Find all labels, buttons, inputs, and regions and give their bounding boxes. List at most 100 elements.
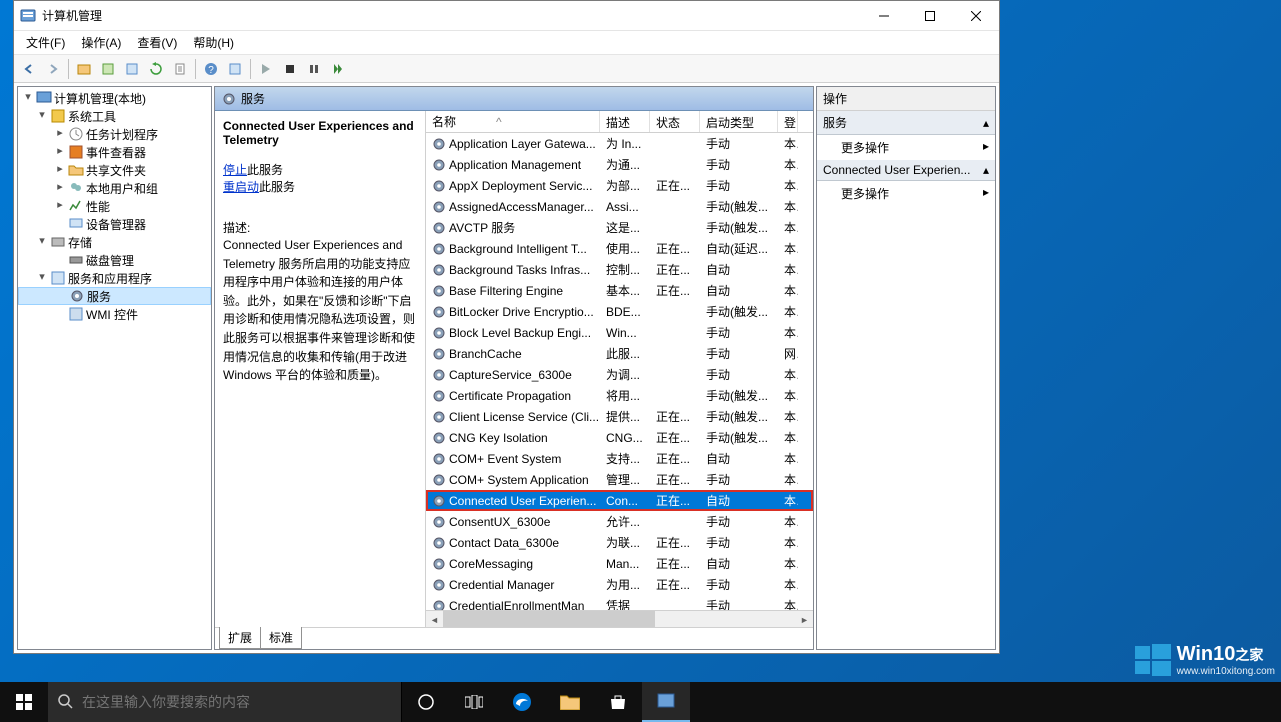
service-row[interactable]: AppX Deployment Servic...为部...正在...手动本 xyxy=(426,175,813,196)
back-button[interactable] xyxy=(18,58,40,80)
collapse-icon[interactable]: ▾ xyxy=(22,92,34,104)
tree-root[interactable]: ▾计算机管理(本地) xyxy=(18,89,211,107)
tree-services[interactable]: 服务 xyxy=(18,287,211,305)
tree-event[interactable]: ▸事件查看器 xyxy=(18,143,211,161)
service-row[interactable]: Background Tasks Infras...控制...正在...自动本 xyxy=(426,259,813,280)
service-row[interactable]: CaptureService_6300e为调...手动本 xyxy=(426,364,813,385)
tree-systools[interactable]: ▾系统工具 xyxy=(18,107,211,125)
service-row[interactable]: Contact Data_6300e为联...正在...手动本 xyxy=(426,532,813,553)
explorer-button[interactable] xyxy=(546,682,594,722)
actions-more-1[interactable]: 更多操作▸ xyxy=(817,135,995,160)
tool-icon[interactable] xyxy=(97,58,119,80)
tree-task[interactable]: ▸任务计划程序 xyxy=(18,125,211,143)
store-icon xyxy=(609,693,627,711)
forward-button[interactable] xyxy=(42,58,64,80)
expand-icon[interactable]: ▸ xyxy=(54,164,66,176)
hscrollbar[interactable]: ◄ ► xyxy=(426,610,813,627)
service-row[interactable]: CNG Key IsolationCNG...正在...手动(触发...本 xyxy=(426,427,813,448)
start-button[interactable] xyxy=(0,682,48,722)
service-row[interactable]: AssignedAccessManager...Assi...手动(触发...本 xyxy=(426,196,813,217)
service-row[interactable]: Certificate Propagation将用...手动(触发...本 xyxy=(426,385,813,406)
store-button[interactable] xyxy=(594,682,642,722)
mmc-task-button[interactable] xyxy=(642,682,690,722)
service-row[interactable]: Application Layer Gatewa...为 In...手动本 xyxy=(426,133,813,154)
expand-icon[interactable]: ▸ xyxy=(54,128,66,140)
collapse-icon[interactable]: ▴ xyxy=(983,163,989,177)
stop-icon[interactable] xyxy=(279,58,301,80)
help-button[interactable]: ? xyxy=(200,58,222,80)
tree-pane[interactable]: ▾计算机管理(本地) ▾系统工具 ▸任务计划程序 ▸事件查看器 ▸共享文件夹 ▸… xyxy=(17,86,212,650)
col-name[interactable]: 名称^ xyxy=(426,111,600,132)
close-button[interactable] xyxy=(953,1,999,31)
tree-svcapps[interactable]: ▾服务和应用程序 xyxy=(18,269,211,287)
list-rows[interactable]: Application Layer Gatewa...为 In...手动本App… xyxy=(426,133,813,610)
service-row[interactable]: Background Intelligent T...使用...正在...自动(… xyxy=(426,238,813,259)
restart-icon[interactable] xyxy=(327,58,349,80)
scroll-left-icon[interactable]: ◄ xyxy=(426,611,443,627)
tool-icon[interactable] xyxy=(73,58,95,80)
collapse-icon[interactable]: ▾ xyxy=(36,236,48,248)
tab-standard[interactable]: 标准 xyxy=(260,627,302,649)
col-start[interactable]: 启动类型 xyxy=(700,111,778,132)
service-row[interactable]: CredentialEnrollmentMan凭据手动本 xyxy=(426,595,813,610)
tree-device[interactable]: 设备管理器 xyxy=(18,215,211,233)
service-row[interactable]: Base Filtering Engine基本...正在...自动本 xyxy=(426,280,813,301)
service-row[interactable]: AVCTP 服务这是...手动(触发...本 xyxy=(426,217,813,238)
service-row[interactable]: Client License Service (Cli...提供...正在...… xyxy=(426,406,813,427)
export-button[interactable] xyxy=(169,58,191,80)
service-row[interactable]: ConsentUX_6300e允许...手动本 xyxy=(426,511,813,532)
service-row[interactable]: COM+ Event System支持...正在...自动本 xyxy=(426,448,813,469)
tree-disk[interactable]: 磁盘管理 xyxy=(18,251,211,269)
service-row[interactable]: CoreMessagingMan...正在...自动本 xyxy=(426,553,813,574)
col-logon[interactable]: 登 xyxy=(778,111,798,132)
gear-icon xyxy=(432,200,446,214)
tree-users[interactable]: ▸本地用户和组 xyxy=(18,179,211,197)
menu-action[interactable]: 操作(A) xyxy=(73,31,129,54)
service-row[interactable]: Application Management为通...手动本 xyxy=(426,154,813,175)
gear-icon xyxy=(432,557,446,571)
minimize-button[interactable] xyxy=(861,1,907,31)
expand-icon[interactable]: ▸ xyxy=(54,182,66,194)
collapse-icon[interactable]: ▾ xyxy=(36,272,48,284)
scroll-right-icon[interactable]: ► xyxy=(796,611,813,627)
collapse-icon[interactable]: ▾ xyxy=(36,110,48,122)
col-desc[interactable]: 描述 xyxy=(600,111,650,132)
edge-button[interactable] xyxy=(498,682,546,722)
tree-perf[interactable]: ▸性能 xyxy=(18,197,211,215)
menu-view[interactable]: 查看(V) xyxy=(129,31,185,54)
gear-icon xyxy=(432,263,446,277)
refresh-button[interactable] xyxy=(145,58,167,80)
service-row[interactable]: Credential Manager为用...正在...手动本 xyxy=(426,574,813,595)
tool-icon[interactable] xyxy=(224,58,246,80)
expand-icon[interactable]: ▸ xyxy=(54,146,66,158)
tree-storage[interactable]: ▾存储 xyxy=(18,233,211,251)
taskview-button[interactable] xyxy=(450,682,498,722)
tab-extended[interactable]: 扩展 xyxy=(219,627,261,649)
gear-icon xyxy=(432,179,446,193)
maximize-button[interactable] xyxy=(907,1,953,31)
service-row[interactable]: BitLocker Drive Encryptio...BDE...手动(触发.… xyxy=(426,301,813,322)
tool-icon[interactable] xyxy=(121,58,143,80)
menu-help[interactable]: 帮助(H) xyxy=(185,31,242,54)
scroll-thumb[interactable] xyxy=(443,611,655,627)
gear-icon xyxy=(69,288,85,304)
pause-icon[interactable] xyxy=(303,58,325,80)
expand-icon[interactable]: ▸ xyxy=(54,200,66,212)
collapse-icon[interactable]: ▴ xyxy=(983,116,989,130)
service-row[interactable]: Connected User Experien...Con...正在...自动本 xyxy=(426,490,813,511)
service-row[interactable]: Block Level Backup Engi...Win...手动本 xyxy=(426,322,813,343)
disk-icon xyxy=(68,252,84,268)
taskbar-search[interactable] xyxy=(48,682,402,722)
service-row[interactable]: COM+ System Application管理...正在...手动本 xyxy=(426,469,813,490)
search-input[interactable] xyxy=(82,694,391,710)
stop-link[interactable]: 停止 xyxy=(223,163,247,177)
tree-wmi[interactable]: WMI 控件 xyxy=(18,305,211,323)
restart-link[interactable]: 重启动 xyxy=(223,180,259,194)
service-row[interactable]: BranchCache此服...手动网 xyxy=(426,343,813,364)
tree-shared[interactable]: ▸共享文件夹 xyxy=(18,161,211,179)
cortana-button[interactable] xyxy=(402,682,450,722)
menu-file[interactable]: 文件(F) xyxy=(18,31,73,54)
actions-more-2[interactable]: 更多操作▸ xyxy=(817,181,995,206)
col-state[interactable]: 状态 xyxy=(650,111,700,132)
play-icon[interactable] xyxy=(255,58,277,80)
